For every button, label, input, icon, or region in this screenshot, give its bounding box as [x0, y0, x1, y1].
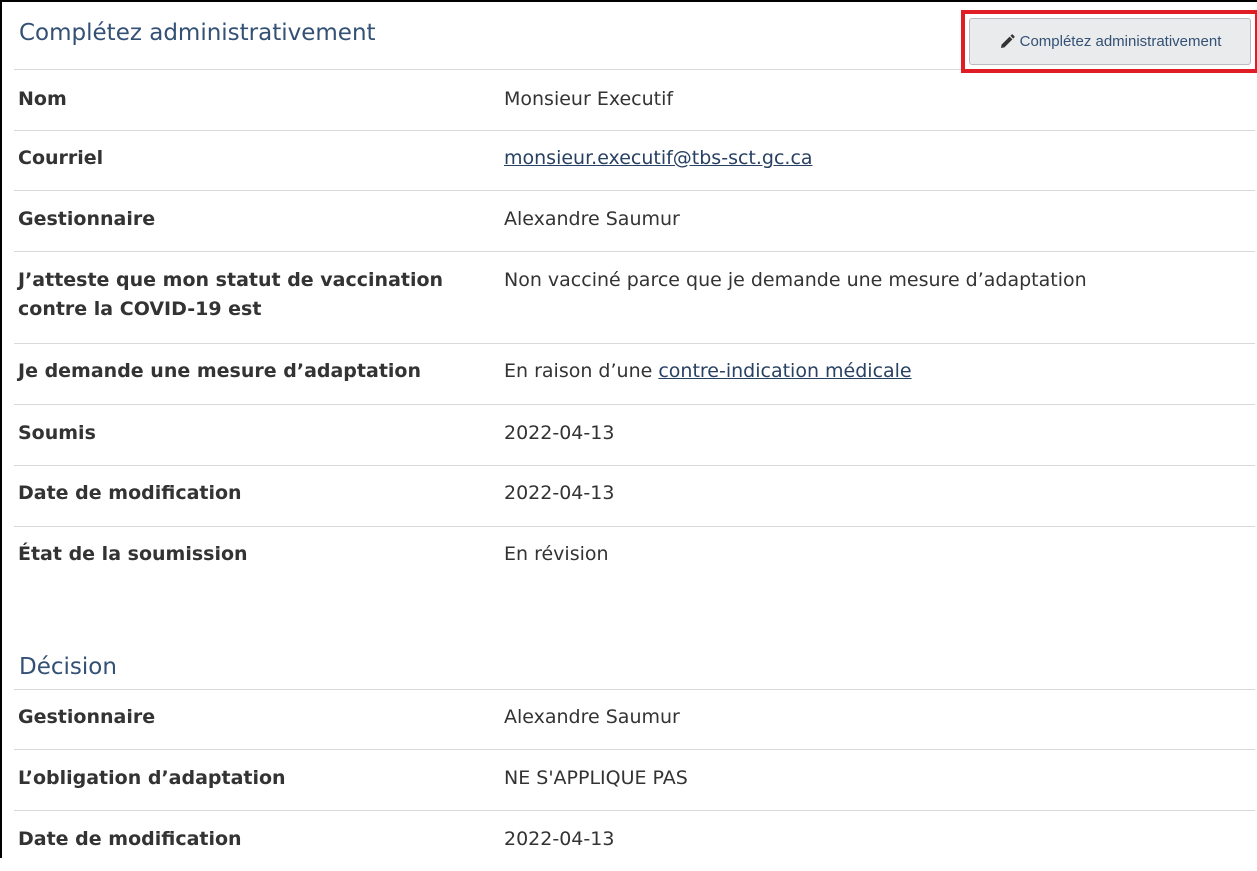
row-label: Date de modification — [18, 482, 242, 504]
page-frame: Complétez administrativement Complétez a… — [0, 0, 1257, 858]
section-title-admin: Complétez administrativement — [19, 20, 376, 46]
row-value: 2022-04-13 — [504, 422, 615, 444]
row-label: État de la soumission — [18, 543, 248, 565]
row-label: Gestionnaire — [18, 208, 156, 230]
row-value: Non vacciné parce que je demande une mes… — [504, 269, 1087, 291]
row-label: J’atteste que mon statut de vaccination … — [18, 269, 444, 320]
row-accommodation: Je demande une mesure d’adaptation En ra… — [14, 344, 1255, 405]
section-header-decision: Décision — [14, 647, 1255, 690]
row-courriel: Courriel monsieur.executif@tbs-sct.gc.ca — [14, 131, 1255, 191]
row-value: 2022-04-13 — [504, 828, 615, 850]
row-soumis: Soumis 2022-04-13 — [14, 405, 1255, 466]
row-label: Nom — [18, 88, 67, 110]
row-value: Alexandre Saumur — [504, 208, 680, 230]
row-label: Courriel — [18, 147, 104, 169]
page-content: Complétez administrativement Complétez a… — [14, 2, 1257, 871]
row-date-modification: Date de modification 2022-04-13 — [14, 466, 1255, 527]
complete-admin-button[interactable]: Complétez administrativement — [969, 18, 1251, 65]
row-value: Monsieur Executif — [504, 88, 674, 110]
complete-admin-button-label: Complétez administrativement — [1019, 33, 1222, 50]
row-value: 2022-04-13 — [504, 482, 615, 504]
row-nom: Nom Monsieur Executif — [14, 70, 1255, 131]
pencil-icon — [1000, 33, 1015, 48]
row-etat-soumission: État de la soumission En révision — [14, 527, 1255, 587]
email-link[interactable]: monsieur.executif@tbs-sct.gc.ca — [504, 147, 813, 169]
row-vaccination-status: J’atteste que mon statut de vaccination … — [14, 252, 1255, 344]
row-label: Soumis — [18, 422, 96, 444]
row-value: NE S'APPLIQUE PAS — [504, 767, 688, 789]
row-label: Date de modification — [18, 828, 242, 850]
accommodation-prefix: En raison d’une — [504, 360, 659, 382]
medical-contraindication-link[interactable]: contre-indication médicale — [658, 360, 911, 382]
button-highlight-box: Complétez administrativement — [961, 10, 1257, 73]
row-decision-gestionnaire: Gestionnaire Alexandre Saumur — [14, 690, 1255, 750]
row-value: En révision — [504, 543, 609, 565]
section-header-admin: Complétez administrativement Complétez a… — [14, 2, 1257, 73]
row-label: L’obligation d’adaptation — [18, 767, 286, 789]
row-value: En raison d’une contre-indication médica… — [504, 344, 1255, 404]
row-decision-date-modification: Date de modification 2022-04-13 — [14, 811, 1255, 871]
row-obligation-adaptation: L’obligation d’adaptation NE S'APPLIQUE … — [14, 750, 1255, 811]
row-label: Gestionnaire — [18, 706, 156, 728]
section-title-decision: Décision — [19, 654, 117, 680]
row-gestionnaire: Gestionnaire Alexandre Saumur — [14, 191, 1255, 252]
row-label: Je demande une mesure d’adaptation — [18, 360, 421, 382]
row-value: Alexandre Saumur — [504, 706, 680, 728]
